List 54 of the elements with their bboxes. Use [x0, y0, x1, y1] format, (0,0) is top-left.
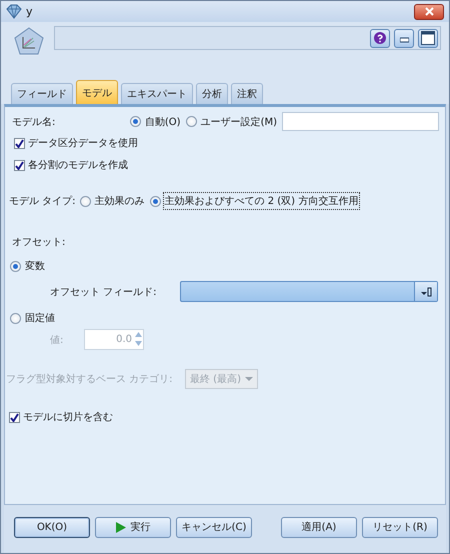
- dialog-button[interactable]: リセット(R): [362, 516, 438, 538]
- tab[interactable]: フィールド: [11, 83, 73, 104]
- checkbox-label: 各分割のモデルを作成: [28, 158, 128, 172]
- play-icon: [116, 522, 126, 532]
- diamond-icon: [6, 4, 22, 19]
- field-label: モデル タイプ:: [9, 194, 76, 208]
- checkbox-label: データ区分データを使用: [28, 137, 138, 150]
- option-label: 主効果のみ: [94, 194, 146, 209]
- spinner-arrows-icon: [134, 330, 143, 348]
- model-node-icon: [13, 26, 45, 57]
- maximize-button[interactable]: [418, 28, 438, 48]
- option-label: ユーザー設定(M): [200, 116, 278, 130]
- dialog-button[interactable]: キャンセル(C): [176, 516, 252, 538]
- field-label: 値:: [50, 334, 64, 346]
- maximize-icon: [421, 31, 435, 45]
- field-picker-icon: [420, 286, 432, 296]
- option-label: 変数: [24, 260, 46, 274]
- check-icon: [15, 138, 24, 148]
- close-button[interactable]: [414, 4, 444, 20]
- minimize-button[interactable]: [394, 28, 414, 48]
- checkbox[interactable]: [9, 412, 20, 422]
- option-label: 主効果およびすべての 2 (双) 方向交互作用: [164, 193, 360, 209]
- dropdown-arrow-icon: [244, 377, 253, 381]
- option-label: 固定値: [24, 312, 56, 326]
- checkbox[interactable]: [14, 160, 25, 170]
- checkbox[interactable]: [14, 138, 25, 148]
- offset-field-dropdown[interactable]: [180, 281, 438, 302]
- field-label: フラグ型対象対するベース カテゴリ:: [6, 372, 174, 386]
- model-name-field[interactable]: [282, 112, 439, 131]
- dialog-button[interactable]: 適用(A): [281, 516, 357, 538]
- option-label: 自動(O): [144, 116, 182, 130]
- field-label: オフセット:: [12, 236, 66, 249]
- help-button[interactable]: [370, 28, 390, 48]
- close-icon: [424, 7, 434, 16]
- tab[interactable]: 分析: [196, 83, 228, 104]
- check-icon: [10, 412, 19, 422]
- tab[interactable]: 注釈: [231, 83, 263, 104]
- dialog-button[interactable]: 実行: [95, 516, 171, 538]
- radio-button[interactable]: [10, 312, 21, 324]
- radio-button[interactable]: [150, 196, 161, 206]
- field-picker-button[interactable]: [414, 282, 437, 301]
- help-icon: [374, 32, 386, 44]
- tab[interactable]: モデル: [76, 80, 118, 104]
- radio-button[interactable]: [186, 116, 197, 127]
- radio-button[interactable]: [80, 196, 91, 206]
- checkbox-label: モデルに切片を含む: [23, 410, 113, 424]
- radio-button[interactable]: [10, 260, 21, 272]
- window-title: y: [26, 5, 34, 18]
- tab[interactable]: エキスパート: [121, 83, 193, 104]
- dialog-button[interactable]: OK(O): [14, 516, 90, 538]
- check-icon: [15, 160, 24, 170]
- field-label: モデル名:: [12, 116, 56, 128]
- radio-button[interactable]: [130, 116, 141, 127]
- field-label: オフセット フィールド:: [50, 286, 158, 298]
